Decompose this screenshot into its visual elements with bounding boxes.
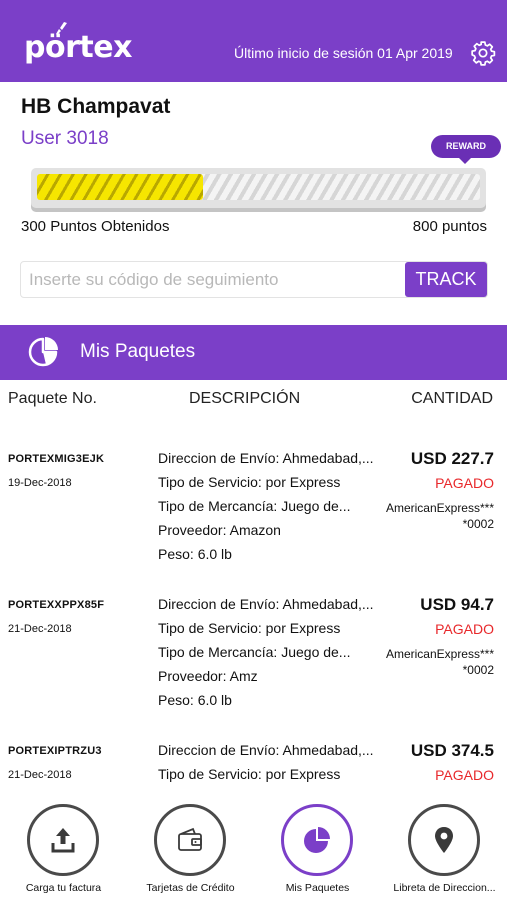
column-header-description: DESCRIPCIÓN (189, 390, 301, 407)
nav-button-mis-paquetes[interactable] (281, 804, 353, 876)
app-header: pörtex Último inicio de sesión 01 Apr 20… (0, 0, 507, 82)
reward-badge-pointer (458, 157, 472, 164)
package-description-line: Tipo de Servicio: por Express (158, 620, 341, 636)
package-date: 21-Dec-2018 (8, 769, 72, 781)
package-number: PORTEXIPTRZU3 (8, 745, 102, 757)
package-description-line: Tipo de Mercancía: Juego de... (158, 644, 351, 660)
nav-button-tarjetas[interactable] (154, 804, 226, 876)
package-date: 19-Dec-2018 (8, 477, 72, 489)
points-earned-label: 300 Puntos Obtenidos (21, 218, 170, 235)
nav-item-carga-factura[interactable]: Carga tu factura (0, 800, 127, 900)
package-description-line: Peso: 6.0 lb (158, 692, 232, 708)
package-amount: USD 227.7 (410, 449, 494, 468)
upload-icon (51, 828, 75, 853)
column-header-package: Paquete No. (8, 390, 97, 407)
progress-track (37, 174, 480, 200)
package-payment-card: AmericanExpress****0002 (385, 647, 494, 677)
package-amount: USD 94.7 (420, 595, 494, 614)
portex-logo: pörtex (24, 30, 132, 65)
package-description-line: Direccion de Envío: Ahmedabad,... (158, 450, 374, 466)
gear-icon[interactable] (470, 40, 496, 66)
nav-item-tarjetas[interactable]: Tarjetas de Crédito (127, 800, 254, 900)
package-row[interactable]: PORTEXMIG3EJK 19-Dec-2018 Direccion de Env… (0, 446, 507, 592)
bottom-navigation: Carga tu factura Tarjetas de Crédito Mis… (0, 800, 507, 900)
track-button[interactable]: TRACK (405, 262, 487, 297)
package-payment-card: AmericanExpress****0002 (385, 501, 494, 531)
wallet-icon (178, 827, 202, 851)
package-status-badge: PAGADO (435, 767, 494, 783)
mis-paquetes-header: Mis Paquetes (0, 325, 507, 380)
user-name: HB Champavat (21, 95, 171, 118)
package-amount: USD 374.5 (410, 741, 494, 760)
pie-chart-icon (28, 337, 58, 367)
location-pin-icon (435, 827, 453, 853)
nav-label: Libreta de Direccion... (393, 882, 496, 894)
package-date: 21-Dec-2018 (8, 623, 72, 635)
last-login-text: Último inicio de sesión 01 Apr 2019 (234, 45, 453, 61)
points-progress-bar (31, 168, 486, 208)
package-status-badge: PAGADO (435, 621, 494, 637)
package-row[interactable]: PORTEXXPPX85F 21-Dec-2018 Direccion de Env… (0, 592, 507, 738)
nav-label: Mis Paquetes (285, 882, 350, 894)
package-description-line: Peso: 6.0 lb (158, 546, 232, 562)
pie-chart-icon (304, 827, 330, 853)
reward-badge[interactable]: REWARD (431, 135, 501, 158)
nav-label: Tarjetas de Crédito (146, 882, 235, 894)
package-status-badge: PAGADO (435, 475, 494, 491)
progress-fill (37, 174, 204, 200)
nav-item-libreta-direcciones[interactable]: Libreta de Direccion... (381, 800, 507, 900)
section-title: Mis Paquetes (80, 341, 196, 362)
package-description-line: Direccion de Envío: Ahmedabad,... (158, 742, 374, 758)
nav-button-libreta-direcciones[interactable] (408, 804, 480, 876)
nav-label: Carga tu factura (25, 882, 102, 894)
nav-button-carga-factura[interactable] (27, 804, 99, 876)
package-description-line: Tipo de Servicio: por Express (158, 766, 341, 782)
package-description-line: Tipo de Mercancía: Juego de... (158, 498, 351, 514)
package-description-line: Proveedor: Amazon (158, 522, 281, 538)
tracking-input[interactable] (29, 263, 399, 296)
nav-item-mis-paquetes[interactable]: Mis Paquetes (254, 800, 381, 900)
package-description-line: Direccion de Envío: Ahmedabad,... (158, 596, 374, 612)
package-number: PORTEXMIG3EJK (8, 453, 105, 465)
package-description-line: Proveedor: Amz (158, 668, 258, 684)
package-description-line: Tipo de Servicio: por Express (158, 474, 341, 490)
points-goal-label: 800 puntos (412, 218, 487, 235)
package-number: PORTEXXPPX85F (8, 599, 105, 611)
user-id: User 3018 (21, 128, 109, 149)
column-header-amount: CANTIDAD (411, 390, 493, 407)
